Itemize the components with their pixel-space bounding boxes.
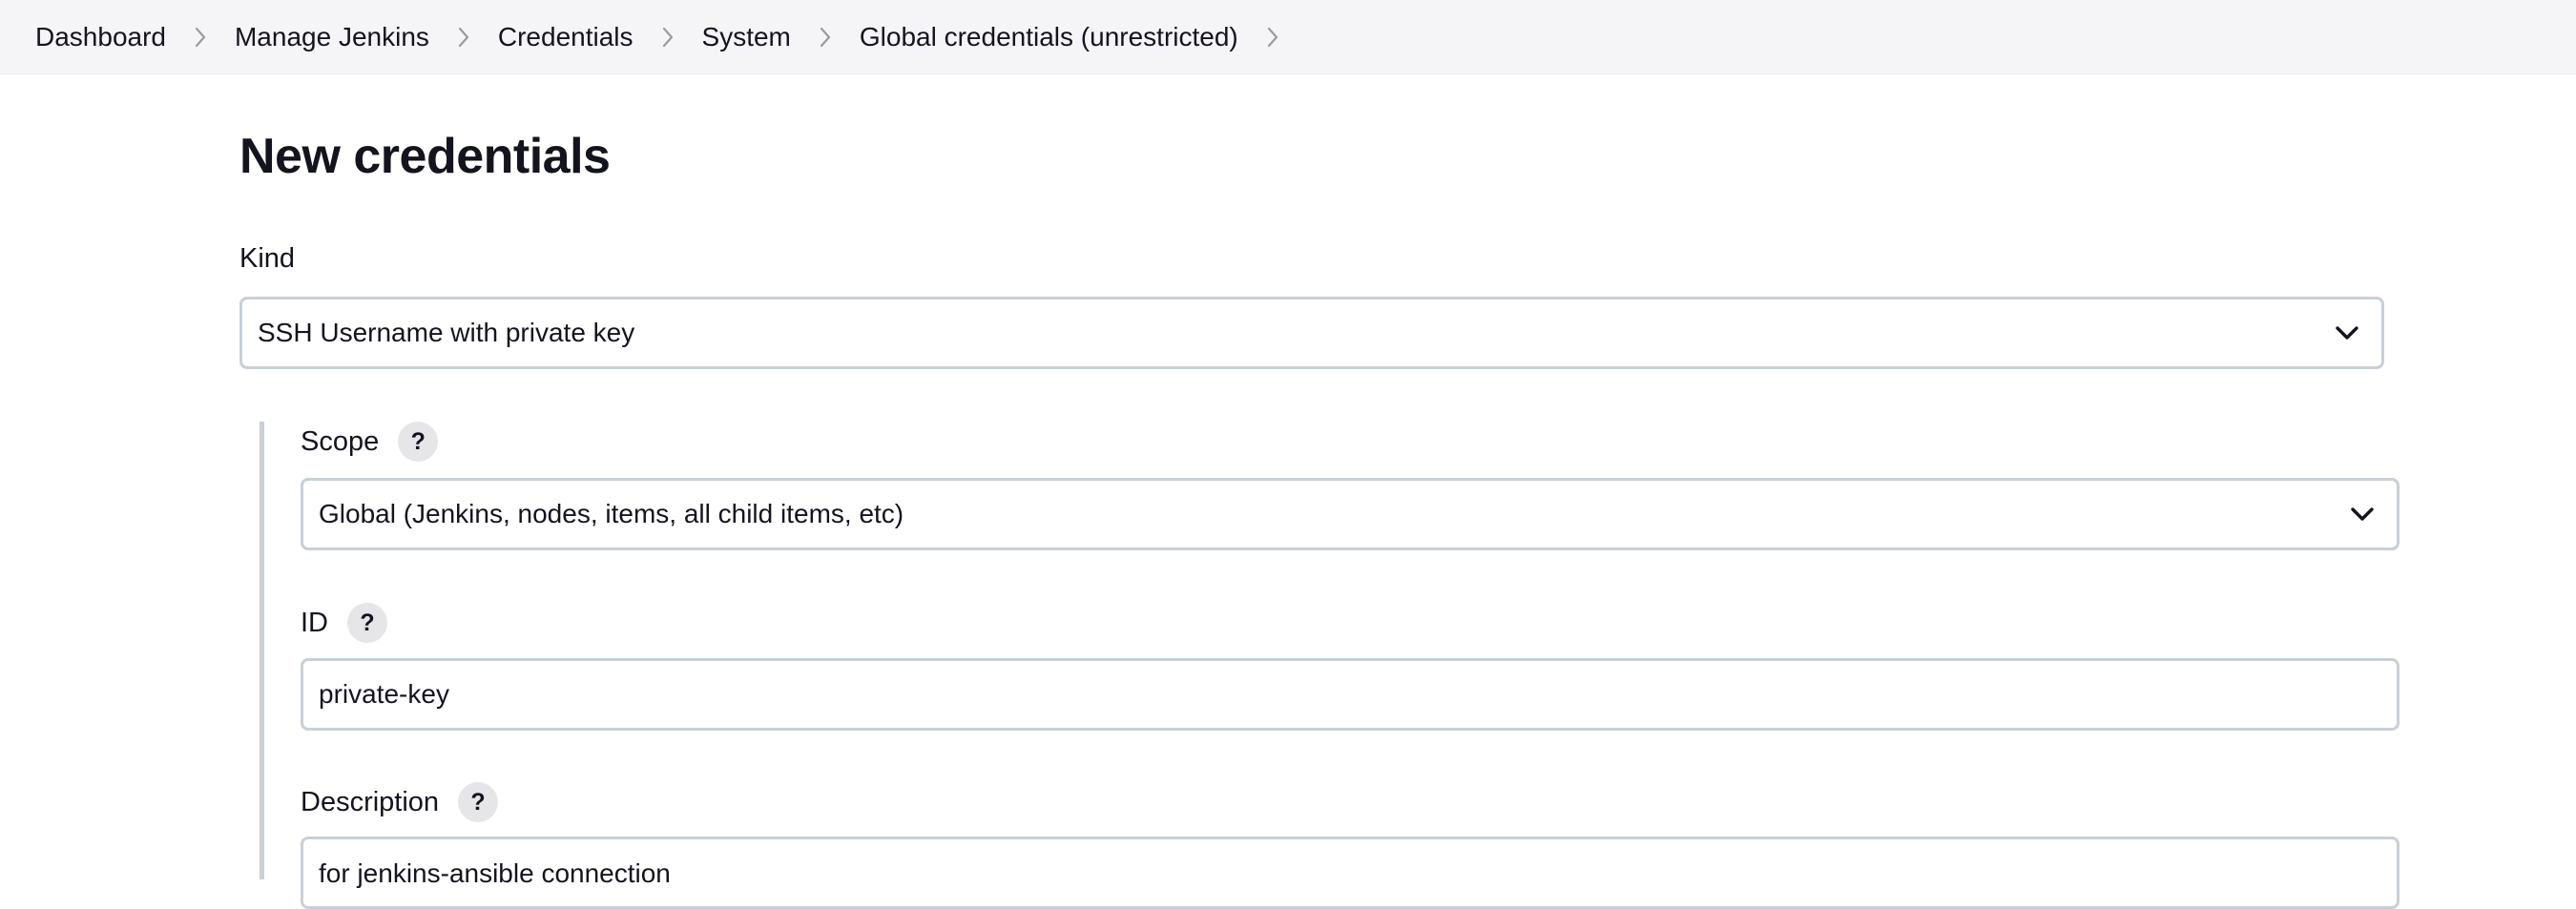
kind-select[interactable]: SSH Username with private key: [239, 297, 2384, 369]
id-input-value: private-key: [319, 679, 449, 709]
description-input[interactable]: for jenkins-ansible connection: [301, 837, 2399, 909]
kind-label-text: Kind: [239, 242, 296, 274]
kind-select-value: SSH Username with private key: [258, 318, 635, 347]
description-label: Description ?: [301, 782, 499, 822]
id-input[interactable]: private-key: [301, 658, 2399, 731]
id-label-text: ID: [301, 607, 328, 638]
chevron-down-icon: [2349, 506, 2376, 523]
scope-label: Scope ?: [301, 422, 439, 462]
scope-select-value: Global (Jenkins, nodes, items, all child…: [319, 499, 904, 528]
breadcrumb-item-dashboard[interactable]: Dashboard: [35, 22, 166, 52]
help-icon[interactable]: ?: [398, 422, 439, 462]
breadcrumb-item-global-credentials[interactable]: Global credentials (unrestricted): [860, 22, 1238, 52]
help-icon[interactable]: ?: [458, 782, 499, 822]
scope-label-text: Scope: [301, 425, 380, 457]
breadcrumb-item-system[interactable]: System: [702, 22, 791, 52]
chevron-right-icon[interactable]: [1238, 23, 1307, 52]
breadcrumb-item-manage-jenkins[interactable]: Manage Jenkins: [235, 22, 429, 52]
description-input-value: for jenkins-ansible connection: [319, 858, 671, 888]
breadcrumb: Dashboard Manage Jenkins Credentials Sys…: [0, 0, 2576, 74]
scope-select[interactable]: Global (Jenkins, nodes, items, all child…: [301, 478, 2399, 550]
chevron-right-icon: [634, 23, 702, 52]
chevron-down-icon: [2334, 324, 2360, 341]
chevron-right-icon: [429, 23, 498, 52]
chevron-right-icon: [166, 23, 235, 52]
nested-section-border: [260, 422, 264, 879]
help-icon[interactable]: ?: [347, 603, 387, 643]
page-title: New credentials: [239, 129, 611, 184]
id-label: ID ?: [301, 603, 387, 643]
chevron-right-icon: [791, 23, 860, 52]
breadcrumb-item-credentials[interactable]: Credentials: [498, 22, 634, 52]
kind-label: Kind: [239, 238, 295, 279]
description-label-text: Description: [301, 786, 440, 817]
